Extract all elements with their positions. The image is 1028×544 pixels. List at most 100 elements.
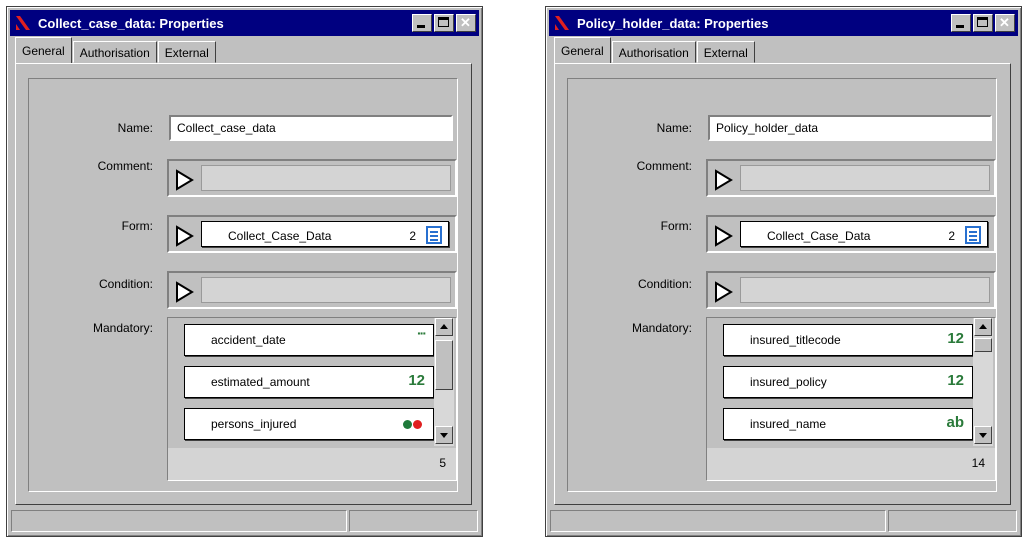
- mandatory-count-bar: 5: [168, 448, 456, 480]
- name-input[interactable]: Collect_case_data: [169, 115, 453, 141]
- list-item[interactable]: estimated_amount 12: [184, 366, 434, 398]
- properties-window-policy-holder-data: Policy_holder_data: Properties ✕ General…: [545, 6, 1022, 537]
- boolean-type-icon: [403, 420, 423, 429]
- number-type-icon: 12: [947, 372, 964, 389]
- expand-triangle-icon[interactable]: [175, 169, 195, 191]
- expand-triangle-icon[interactable]: [175, 225, 195, 247]
- general-tab-panel: Name: Collect_case_data Comment: Form: C…: [15, 63, 472, 505]
- form-reference[interactable]: Collect_Case_Data 2: [201, 221, 449, 247]
- form-reference[interactable]: Collect_Case_Data 2: [740, 221, 988, 247]
- condition-label: Condition:: [98, 277, 153, 291]
- comment-field[interactable]: [740, 165, 990, 191]
- name-label: Name:: [117, 121, 153, 135]
- comment-slot[interactable]: [706, 159, 996, 197]
- date-type-icon: ···: [417, 325, 427, 341]
- close-icon: ✕: [999, 15, 1010, 30]
- app-logo-icon: [553, 14, 571, 32]
- form-icon[interactable]: [426, 226, 442, 244]
- maximize-icon: [438, 17, 449, 27]
- scroll-thumb[interactable]: [435, 340, 453, 390]
- properties-panel: Name: Policy_holder_data Comment: Form: …: [567, 78, 997, 492]
- tab-external[interactable]: External: [696, 41, 755, 63]
- form-label: Form:: [660, 219, 692, 233]
- condition-field[interactable]: [740, 277, 990, 303]
- form-slot[interactable]: Collect_Case_Data 2: [167, 215, 457, 253]
- vertical-scrollbar[interactable]: [973, 318, 993, 446]
- comment-slot[interactable]: [167, 159, 457, 197]
- window-title: Collect_case_data: Properties: [38, 15, 224, 31]
- minimize-button[interactable]: [412, 14, 432, 32]
- properties-window-collect-case-data: Collect_case_data: Properties ✕ General …: [6, 6, 483, 537]
- tab-authorisation[interactable]: Authorisation: [72, 41, 157, 63]
- status-bar: [11, 510, 478, 532]
- name-input[interactable]: Policy_holder_data: [708, 115, 992, 141]
- comment-label: Comment:: [636, 159, 692, 173]
- maximize-button[interactable]: [973, 14, 993, 32]
- form-icon[interactable]: [965, 226, 981, 244]
- form-slot[interactable]: Collect_Case_Data 2: [706, 215, 996, 253]
- scroll-up-button[interactable]: [974, 318, 992, 336]
- tab-general[interactable]: General: [15, 37, 72, 63]
- status-segment: [349, 510, 478, 532]
- name-value: Collect_case_data: [177, 121, 276, 135]
- list-item[interactable]: insured_titlecode 12: [723, 324, 973, 356]
- mandatory-list: insured_titlecode 12 insured_policy 12 i…: [706, 317, 996, 481]
- mandatory-count: 5: [439, 456, 446, 470]
- arrow-down-icon: [440, 433, 448, 438]
- name-label: Name:: [656, 121, 692, 135]
- list-item[interactable]: insured_policy 12: [723, 366, 973, 398]
- maximize-icon: [977, 17, 988, 27]
- number-type-icon: 12: [408, 372, 425, 389]
- scroll-down-button[interactable]: [974, 426, 992, 444]
- maximize-button[interactable]: [434, 14, 454, 32]
- text-type-icon: ab: [946, 414, 964, 431]
- mandatory-count-bar: 14: [707, 448, 995, 480]
- condition-field[interactable]: [201, 277, 451, 303]
- list-item[interactable]: insured_name ab: [723, 408, 973, 440]
- field-name: persons_injured: [211, 417, 297, 431]
- title-bar[interactable]: Collect_case_data: Properties ✕: [10, 10, 479, 36]
- expand-triangle-icon[interactable]: [714, 225, 734, 247]
- comment-label: Comment:: [97, 159, 153, 173]
- arrow-down-icon: [979, 433, 987, 438]
- close-button[interactable]: ✕: [995, 14, 1015, 32]
- title-bar[interactable]: Policy_holder_data: Properties ✕: [549, 10, 1018, 36]
- expand-triangle-icon[interactable]: [175, 281, 195, 303]
- list-item[interactable]: accident_date ···: [184, 324, 434, 356]
- minimize-icon: [956, 25, 964, 28]
- mandatory-label: Mandatory:: [92, 321, 153, 335]
- tab-external[interactable]: External: [157, 41, 216, 63]
- expand-triangle-icon[interactable]: [714, 169, 734, 191]
- general-tab-panel: Name: Policy_holder_data Comment: Form: …: [554, 63, 1011, 505]
- field-name: insured_policy: [750, 375, 827, 389]
- form-number: 2: [409, 229, 416, 243]
- tab-general[interactable]: General: [554, 37, 611, 63]
- app-logo-icon: [14, 14, 32, 32]
- condition-slot[interactable]: [706, 271, 996, 309]
- window-title: Policy_holder_data: Properties: [577, 15, 769, 31]
- minimize-button[interactable]: [951, 14, 971, 32]
- field-name: estimated_amount: [211, 375, 310, 389]
- field-name: insured_name: [750, 417, 827, 431]
- form-name: Collect_Case_Data: [767, 229, 871, 243]
- condition-slot[interactable]: [167, 271, 457, 309]
- close-button[interactable]: ✕: [456, 14, 476, 32]
- mandatory-count: 14: [971, 456, 985, 470]
- comment-field[interactable]: [201, 165, 451, 191]
- field-name: accident_date: [211, 333, 286, 347]
- vertical-scrollbar[interactable]: [434, 318, 454, 446]
- form-label: Form:: [121, 219, 153, 233]
- list-item[interactable]: persons_injured: [184, 408, 434, 440]
- condition-label: Condition:: [637, 277, 692, 291]
- tab-authorisation[interactable]: Authorisation: [611, 41, 696, 63]
- status-segment: [11, 510, 347, 532]
- mandatory-list: accident_date ··· estimated_amount 12 pe…: [167, 317, 457, 481]
- number-type-icon: 12: [947, 330, 964, 347]
- scroll-up-button[interactable]: [435, 318, 453, 336]
- form-number: 2: [948, 229, 955, 243]
- scroll-down-button[interactable]: [435, 426, 453, 444]
- scroll-thumb[interactable]: [974, 338, 992, 352]
- form-name: Collect_Case_Data: [228, 229, 332, 243]
- field-name: insured_titlecode: [750, 333, 841, 347]
- expand-triangle-icon[interactable]: [714, 281, 734, 303]
